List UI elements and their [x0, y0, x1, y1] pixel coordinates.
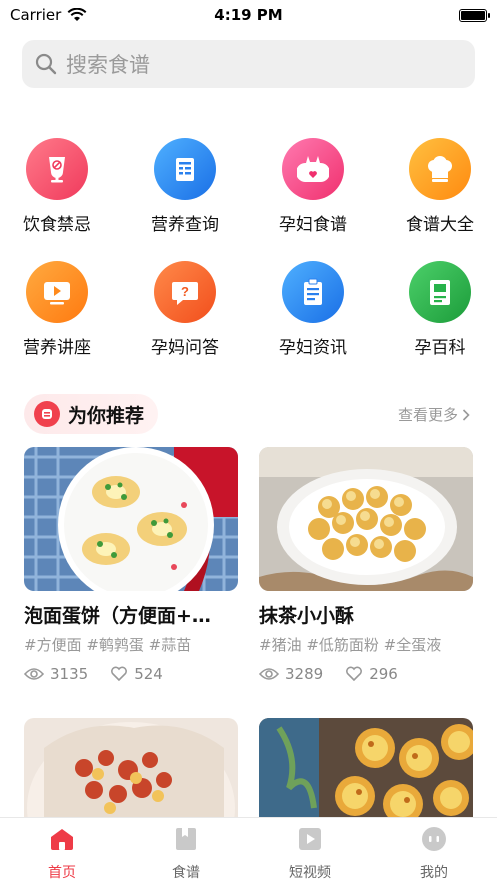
clipboard-icon	[282, 261, 344, 323]
category-label: 孕妇食谱	[279, 215, 347, 235]
status-bar: Carrier 4:19 PM	[0, 0, 497, 30]
recipe-tags: #猪油 #低筋面粉 #全蛋液	[259, 636, 442, 654]
views-count: 3135	[50, 665, 89, 683]
recommend-header: 为你推荐 查看更多	[24, 394, 476, 434]
pregnant-icon	[282, 138, 344, 200]
category-label: 孕妈问答	[151, 338, 219, 358]
book-icon	[409, 261, 471, 323]
tab-short-video[interactable]: 短视频	[270, 826, 350, 882]
eye-icon	[24, 668, 44, 680]
eye-icon	[259, 668, 279, 680]
search-icon	[35, 53, 57, 75]
category-pregnancy-encyclopedia[interactable]: 孕百科	[385, 261, 495, 358]
category-label: 孕妇资讯	[279, 338, 347, 358]
play-video-icon	[299, 828, 321, 850]
recipe-card[interactable]	[259, 718, 473, 818]
category-nutrition-query[interactable]: 营养查询	[130, 138, 240, 235]
category-label: 饮食禁忌	[23, 215, 91, 235]
category-diet-taboo[interactable]: 饮食禁忌	[2, 138, 112, 235]
recommend-title-pill: 为你推荐	[24, 394, 159, 434]
recipe-image	[259, 718, 473, 818]
see-more-label: 查看更多	[397, 406, 458, 424]
likes-count: 524	[134, 665, 163, 683]
category-nutrition-lecture[interactable]: 营养讲座	[2, 261, 112, 358]
recipe-image	[24, 447, 238, 591]
tab-bar: 首页 食谱 短视频 我的	[0, 817, 497, 883]
recipe-stats: 3289 296	[259, 665, 473, 683]
likes-count: 296	[369, 665, 398, 683]
question-icon: ?	[154, 261, 216, 323]
document-icon	[154, 138, 216, 200]
status-time: 4:19 PM	[214, 6, 283, 24]
heart-icon[interactable]	[345, 666, 363, 682]
video-icon	[26, 261, 88, 323]
heart-icon[interactable]	[110, 666, 128, 682]
category-label: 孕百科	[414, 338, 466, 358]
recipe-card[interactable]	[24, 718, 238, 818]
tab-label: 首页	[48, 865, 76, 881]
tab-label: 食谱	[172, 865, 200, 881]
no-food-icon	[26, 138, 88, 200]
recommend-title: 为你推荐	[68, 404, 145, 427]
category-label: 营养查询	[151, 215, 219, 235]
recipe-card[interactable]: 泡面蛋饼（方便面+… #方便面 #鹌鹑蛋 #蒜苗 3135 524	[24, 447, 238, 683]
bookmark-book-icon	[176, 828, 196, 850]
search-input[interactable]: 搜索食谱	[22, 40, 475, 88]
chef-hat-icon	[409, 138, 471, 200]
home-icon	[51, 829, 73, 850]
category-label: 营养讲座	[23, 338, 91, 358]
category-pregnant-news[interactable]: 孕妇资讯	[258, 261, 368, 358]
search-placeholder: 搜索食谱	[66, 53, 150, 77]
tab-home[interactable]: 首页	[22, 826, 102, 882]
tab-profile[interactable]: 我的	[394, 826, 474, 882]
battery-icon	[459, 8, 490, 22]
recipe-name: 抹茶小小酥	[259, 605, 355, 627]
views-count: 3289	[285, 665, 324, 683]
tab-label: 短视频	[289, 865, 331, 881]
category-pregnant-recipes[interactable]: 孕妇食谱	[258, 138, 368, 235]
recipe-image	[24, 718, 238, 818]
recipe-card[interactable]: 抹茶小小酥 #猪油 #低筋面粉 #全蛋液 3289 296	[259, 447, 473, 683]
category-label: 食谱大全	[406, 215, 474, 235]
recommend-badge-icon	[34, 401, 60, 427]
recipe-tags: #方便面 #鹌鹑蛋 #蒜苗	[24, 636, 192, 654]
recipe-stats: 3135 524	[24, 665, 238, 683]
svg-text:?: ?	[181, 284, 189, 299]
category-mom-qa[interactable]: ? 孕妈问答	[130, 261, 240, 358]
tab-label: 我的	[420, 865, 448, 881]
category-recipe-collection[interactable]: 食谱大全	[385, 138, 495, 235]
tab-recipes[interactable]: 食谱	[146, 826, 226, 882]
recipe-name: 泡面蛋饼（方便面+…	[24, 605, 211, 627]
see-more-link[interactable]: 查看更多	[398, 404, 470, 425]
chevron-right-icon	[462, 408, 470, 421]
profile-face-icon	[422, 827, 446, 851]
recipe-image	[259, 447, 473, 591]
